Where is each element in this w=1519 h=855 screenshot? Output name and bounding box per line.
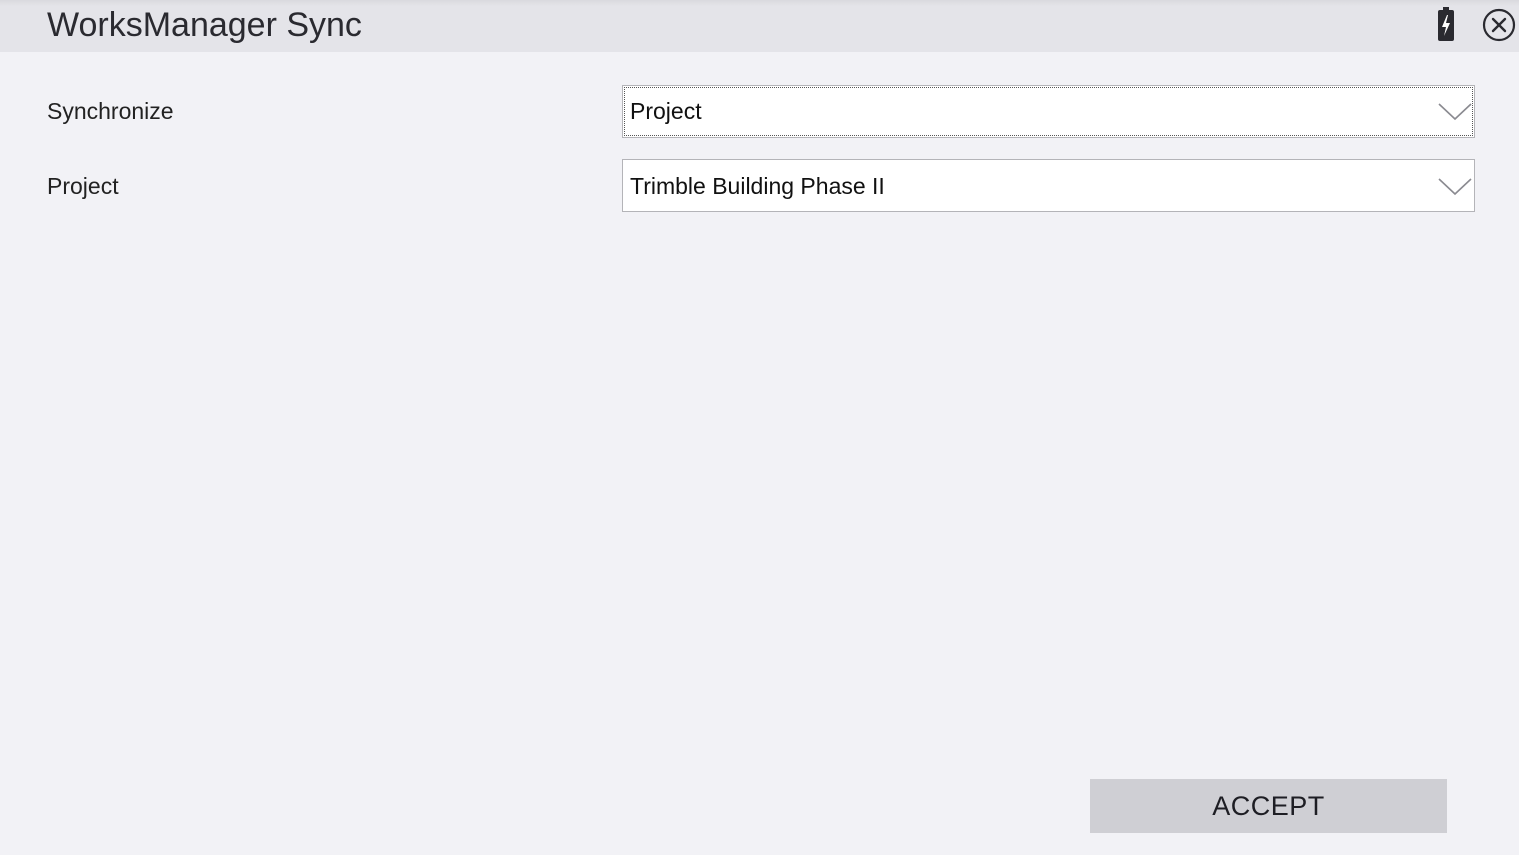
chevron-down-icon [1438,102,1472,122]
accept-button[interactable]: ACCEPT [1090,779,1447,833]
battery-charging-icon [1436,7,1456,43]
title-bar: WorksManager Sync [0,0,1519,52]
synchronize-label: Synchronize [47,98,174,124]
page-title: WorksManager Sync [47,6,362,44]
project-dropdown[interactable]: Trimble Building Phase II [622,159,1475,212]
synchronize-dropdown[interactable]: Project [622,85,1475,138]
close-icon[interactable] [1482,8,1516,42]
project-label: Project [47,173,119,199]
synchronize-selected-value: Project [630,98,702,124]
worksmanager-sync-dialog: WorksManager Sync Synchronize Project Pr… [0,0,1519,855]
project-selected-value: Trimble Building Phase II [630,173,885,199]
chevron-down-icon [1438,177,1472,197]
